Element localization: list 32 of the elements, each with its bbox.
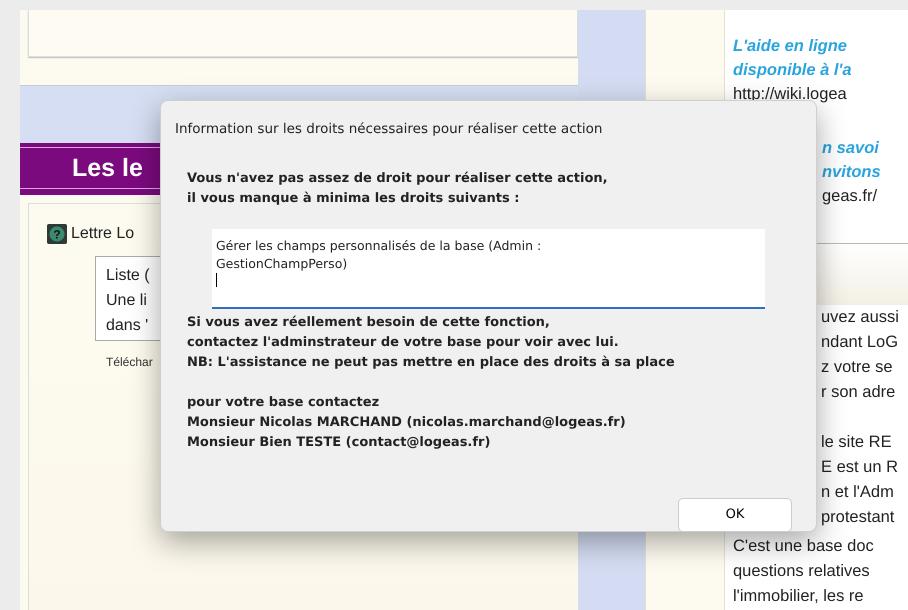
text-line: z votre se [821,357,894,378]
message-text: pour votre base contactez [187,394,380,412]
dialog-title: Information sur les droits nécessaires pour réaliser cette action [175,120,604,139]
help-text: nvitons [822,162,882,183]
help-text: L'aide en ligne [733,36,848,57]
text-line: le site RE [821,432,893,453]
help-text: disponible à l'a [733,60,853,81]
text-line: Liste ( [106,266,151,286]
text-line: http://wiki.logea [733,84,848,105]
text-line: l'immobilier, les re [733,586,865,607]
text-line: E est un R [821,457,900,478]
message-text: NB: L'assistance ne peut pas mettre en place des droits à sa place [187,354,676,372]
text-line: protestant [821,507,896,528]
message-text: Monsieur Bien TESTE (contact@logeas.fr) [187,434,492,452]
text-line: r son adre [821,382,896,403]
text-line: geas.fr/ [822,186,878,207]
text-line: questions relatives [733,561,871,582]
text-line: uvez aussi [821,307,900,328]
text-line: Une li [106,291,148,311]
text-line: ndant LoG [821,332,900,353]
ok-button[interactable]: OK [678,498,792,532]
text-line: n et l'Adm [821,482,895,503]
message-text: Si vous avez réellement besoin de cette fonction, [187,314,551,332]
help-icon: ? [47,224,67,244]
text-line: dans ' [106,316,150,336]
message-text: Monsieur Nicolas MARCHAND (nicolas.marchand@logeas.fr) [187,414,627,432]
rights-field[interactable]: Gérer les champs personnalisés de la base (Admin : GestionChampPerso) [212,229,765,310]
text-line: C'est une base doc [733,536,875,557]
message-text: il vous manque à minima les droits suivants : [187,190,520,208]
help-text: n savoi [822,138,880,159]
message-text: contactez l'adminstrateur de votre base pour voir avec lui. [187,334,620,352]
item-title: Lettre Lo [71,224,134,244]
